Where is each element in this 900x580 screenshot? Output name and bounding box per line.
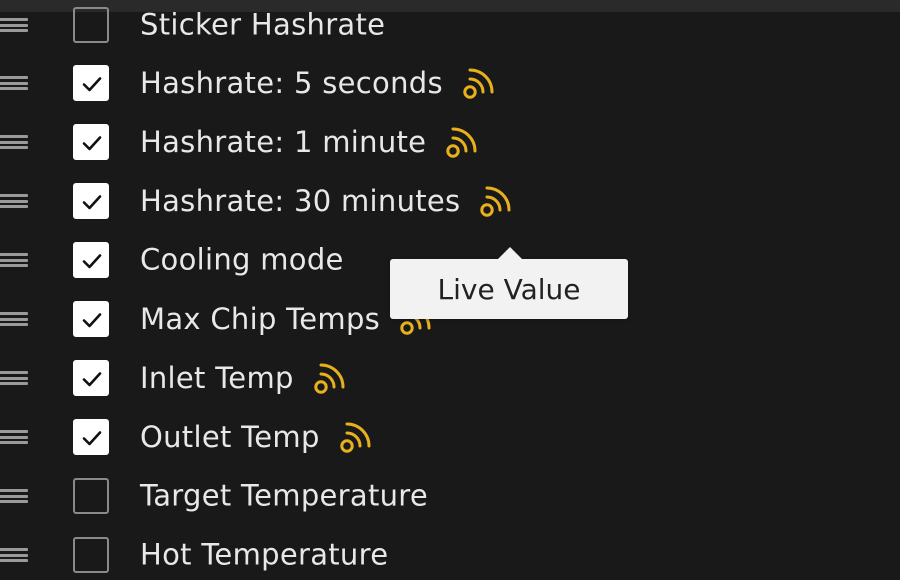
field-checkbox[interactable]: [73, 7, 109, 43]
list-item: Hashrate: 30 minutes: [0, 176, 900, 226]
field-label-group: Hashrate: 5 seconds: [140, 65, 497, 101]
tooltip-text: Live Value: [437, 272, 581, 306]
checkmark-icon: [82, 372, 102, 387]
drag-handle-icon[interactable]: [0, 253, 28, 267]
field-label: Outlet Temp: [140, 419, 320, 454]
field-label: Inlet Temp: [140, 360, 294, 395]
field-label: Target Temperature: [140, 478, 429, 513]
checkmark-icon: [82, 254, 102, 269]
checkmark-icon: [82, 136, 102, 151]
field-label: Hot Temperature: [140, 537, 389, 572]
drag-handle-icon[interactable]: [0, 430, 28, 444]
field-checkbox[interactable]: [73, 360, 109, 396]
field-checkbox[interactable]: [73, 124, 109, 160]
field-label-group: Inlet Temp: [140, 360, 348, 396]
field-label-group: Target Temperature: [140, 478, 429, 513]
drag-handle-icon[interactable]: [0, 194, 28, 208]
live-feed-icon[interactable]: [461, 65, 497, 101]
field-checkbox[interactable]: [73, 65, 109, 101]
field-label: Hashrate: 5 seconds: [140, 65, 443, 100]
field-checkbox[interactable]: [73, 183, 109, 219]
list-item: Hashrate: 1 minute: [0, 117, 900, 167]
field-checkbox[interactable]: [73, 301, 109, 337]
field-checkbox[interactable]: [73, 537, 109, 573]
list-item: Sticker Hashrate: [0, 0, 900, 50]
live-feed-icon[interactable]: [444, 124, 480, 160]
field-label: Max Chip Temps: [140, 301, 381, 336]
checkmark-icon: [82, 77, 102, 92]
drag-handle-icon[interactable]: [0, 548, 28, 562]
field-label: Hashrate: 1 minute: [140, 124, 427, 159]
live-feed-icon[interactable]: [478, 183, 514, 219]
drag-handle-icon[interactable]: [0, 371, 28, 385]
field-checkbox[interactable]: [73, 242, 109, 278]
list-item: Hot Temperature: [0, 530, 900, 580]
list-item: Hashrate: 5 seconds: [0, 58, 900, 108]
field-label-group: Cooling mode: [140, 242, 344, 277]
field-label-group: Hashrate: 30 minutes: [140, 183, 514, 219]
checkmark-icon: [82, 431, 102, 446]
field-label: Cooling mode: [140, 242, 344, 277]
drag-handle-icon[interactable]: [0, 18, 28, 32]
list-item: Outlet Temp: [0, 412, 900, 462]
live-feed-icon[interactable]: [312, 360, 348, 396]
live-feed-icon[interactable]: [338, 419, 374, 455]
drag-handle-icon[interactable]: [0, 312, 28, 326]
live-value-tooltip: Live Value: [390, 247, 628, 319]
field-label-group: Hashrate: 1 minute: [140, 124, 480, 160]
field-checkbox[interactable]: [73, 419, 109, 455]
checkmark-icon: [82, 195, 102, 210]
field-label-group: Outlet Temp: [140, 419, 374, 455]
field-label: Hashrate: 30 minutes: [140, 183, 461, 218]
field-label: Sticker Hashrate: [140, 7, 386, 42]
field-label-group: Hot Temperature: [140, 537, 389, 572]
drag-handle-icon[interactable]: [0, 135, 28, 149]
drag-handle-icon[interactable]: [0, 489, 28, 503]
field-label-group: Sticker Hashrate: [140, 7, 386, 42]
checkmark-icon: [82, 313, 102, 328]
drag-handle-icon[interactable]: [0, 76, 28, 90]
field-checkbox[interactable]: [73, 478, 109, 514]
list-item: Target Temperature: [0, 471, 900, 521]
list-item: Inlet Temp: [0, 353, 900, 403]
